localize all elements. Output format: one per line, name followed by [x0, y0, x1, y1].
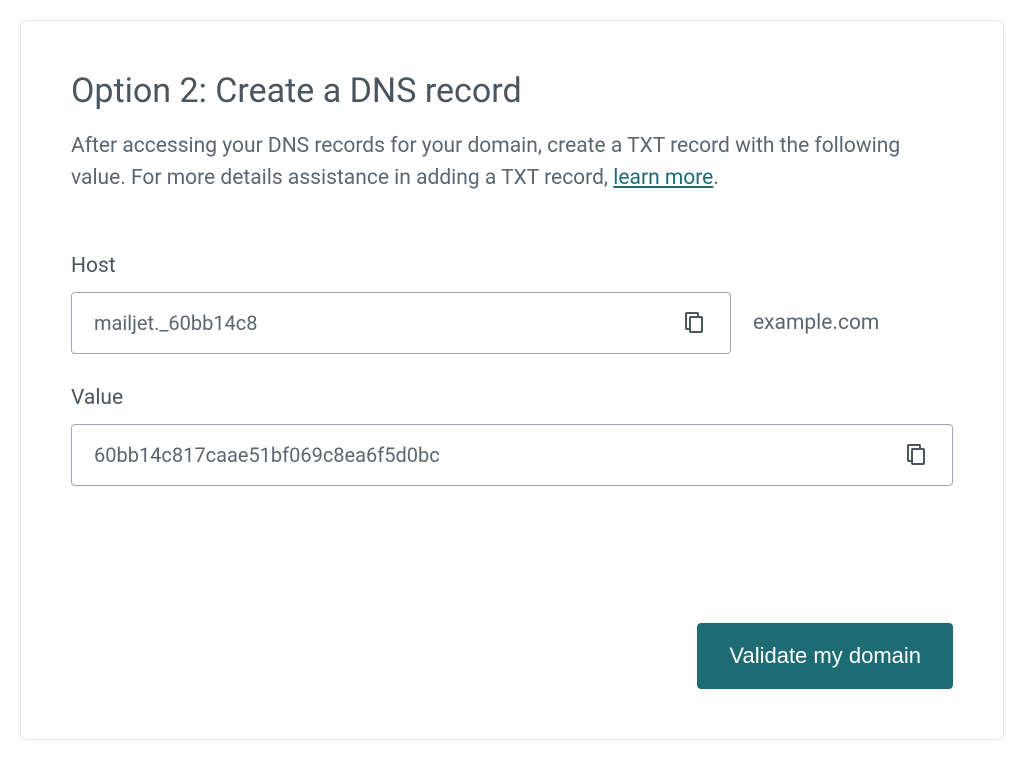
description-text: After accessing your DNS records for you…: [71, 134, 900, 190]
value-copy-button[interactable]: [900, 438, 932, 473]
description-suffix: .: [713, 166, 719, 190]
value-field-group: Value: [71, 386, 953, 486]
domain-suffix: example.com: [753, 311, 879, 335]
learn-more-link[interactable]: learn more: [613, 166, 713, 190]
validate-button[interactable]: Validate my domain: [697, 623, 953, 689]
card-title: Option 2: Create a DNS record: [71, 71, 953, 111]
copy-icon: [904, 442, 928, 469]
host-input-wrapper: [71, 292, 731, 354]
value-label: Value: [71, 386, 953, 410]
value-input-wrapper: [71, 424, 953, 486]
host-row: example.com: [71, 292, 953, 354]
dns-record-card: Option 2: Create a DNS record After acce…: [20, 20, 1004, 740]
host-input[interactable]: [94, 311, 678, 335]
value-input[interactable]: [94, 443, 900, 467]
host-copy-button[interactable]: [678, 306, 710, 341]
host-field-group: Host example.com: [71, 254, 953, 354]
host-label: Host: [71, 254, 953, 278]
copy-icon: [682, 310, 706, 337]
card-description: After accessing your DNS records for you…: [71, 131, 953, 194]
